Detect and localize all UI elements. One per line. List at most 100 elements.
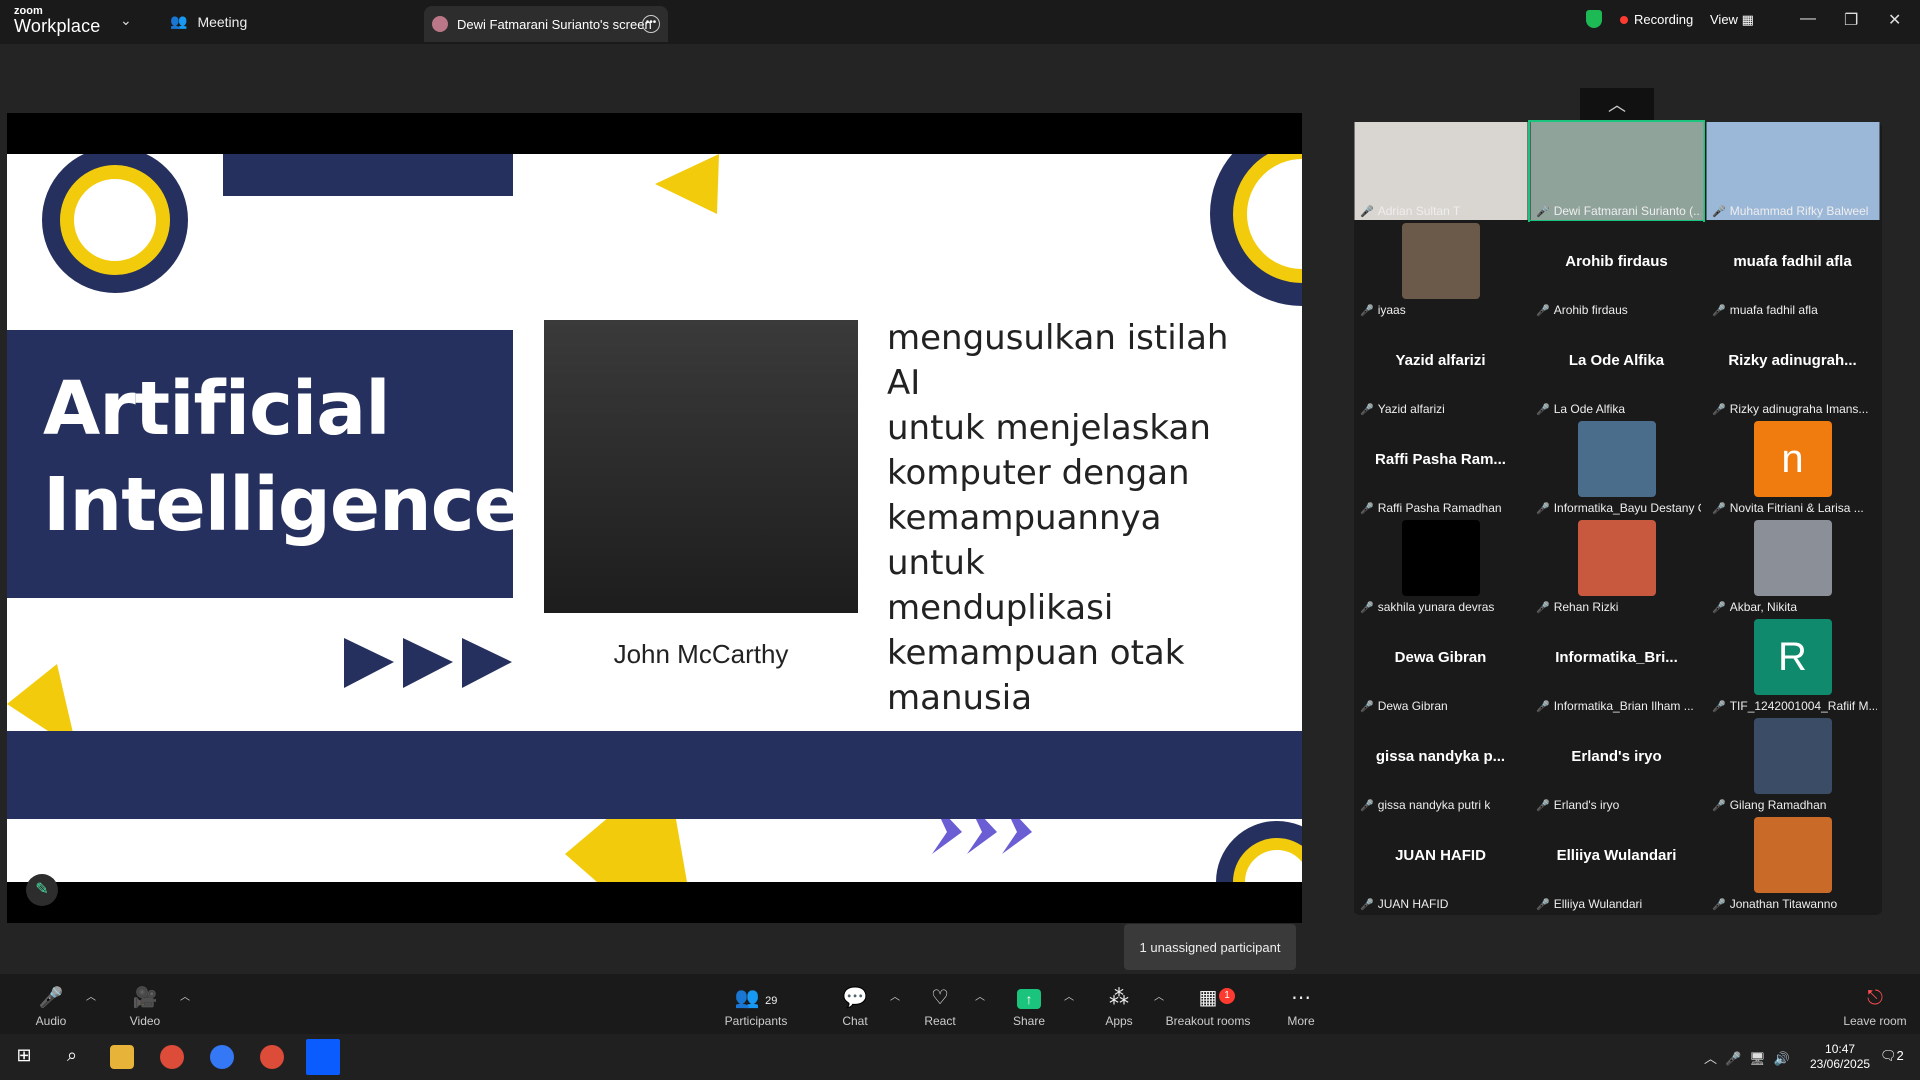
- participant-tile[interactable]: Elliiya Wulandari 🎤 Elliiya Wulandari: [1530, 815, 1703, 913]
- title-panel: Artificial Intelligence: [7, 330, 524, 598]
- leave-room-button[interactable]: ⎋ Leave room: [1836, 988, 1914, 1028]
- participant-display-name: JUAN HAFID: [1395, 847, 1486, 864]
- participant-display-name: Erland's iryo: [1571, 748, 1662, 765]
- participant-tile[interactable]: 🎤 Akbar, Nikita: [1706, 518, 1879, 616]
- file-explorer-icon[interactable]: [110, 1045, 134, 1069]
- chevron-up-icon[interactable]: ︿: [86, 988, 96, 1003]
- leave-label: Leave room: [1843, 1014, 1907, 1028]
- meeting-label: Meeting: [197, 13, 248, 30]
- participant-tile[interactable]: 🎤 Gilang Ramadhan: [1706, 716, 1879, 814]
- windows-start-icon[interactable]: ⊞: [12, 1045, 36, 1069]
- brand-bottom: Workplace: [14, 16, 101, 36]
- participant-tile[interactable]: JUAN HAFID 🎤 JUAN HAFID: [1354, 815, 1527, 913]
- zoom-logo: zoom Workplace: [14, 6, 101, 36]
- participant-tile[interactable]: La Ode Alfika 🎤 La Ode Alfika: [1530, 320, 1703, 418]
- participants-button[interactable]: 👥 29 Participants: [711, 988, 801, 1028]
- audio-button[interactable]: 🎤 Audio ︿: [16, 988, 96, 1028]
- participant-tile[interactable]: R 🎤 TIF_1242001004_Rafiif M...: [1706, 617, 1879, 715]
- participant-name: Dewi Fatmarani Surianto (...: [1553, 204, 1701, 218]
- participant-label: 🎤 Yazid alfarizi: [1360, 402, 1445, 416]
- participant-label: 🎤 TIF_1242001004_Rafiif M...: [1712, 699, 1877, 713]
- mic-muted-icon: 🎤: [1712, 502, 1726, 515]
- chrome-profile-icon[interactable]: [260, 1045, 284, 1069]
- participant-tile[interactable]: n 🎤 Novita Fitriani & Larisa ...: [1706, 419, 1879, 517]
- participant-tile[interactable]: Informatika_Bri... 🎤 Informatika_Brian Ilh…: [1530, 617, 1703, 715]
- heart-icon: ♡: [931, 987, 949, 1009]
- participant-tile[interactable]: Rizky adinugrah... 🎤 Rizky adinugraha Iman…: [1706, 320, 1879, 418]
- more-icon: ⋯: [1291, 987, 1311, 1009]
- participant-tile[interactable]: 🎤 Rehan Rizki: [1530, 518, 1703, 616]
- mic-muted-icon: 🎤: [1360, 898, 1374, 911]
- record-dot-icon: [1620, 15, 1628, 24]
- apps-button[interactable]: ⁂ Apps ︿: [1084, 988, 1164, 1028]
- participant-tile[interactable]: muafa fadhil afla 🎤 muafa fadhil afla: [1706, 221, 1879, 319]
- more-label: More: [1287, 1014, 1315, 1028]
- video-button[interactable]: 🎥 Video ︿: [110, 988, 190, 1028]
- shield-icon[interactable]: [1586, 10, 1602, 28]
- system-tray[interactable]: ︿🎤🖥🔊: [1704, 1048, 1798, 1067]
- participant-tile[interactable]: Arohib firdaus 🎤 Arohib firdaus: [1530, 221, 1703, 319]
- participant-tile[interactable]: 🎤 Muhammad Rifky Balweel: [1706, 122, 1879, 220]
- participant-label: 🎤 Informatika_Bayu Destany G...: [1536, 501, 1701, 515]
- close-icon[interactable]: ✕: [1888, 10, 1901, 30]
- share-label: Share: [1012, 1014, 1046, 1028]
- participant-tile[interactable]: Yazid alfarizi 🎤 Yazid alfarizi: [1354, 320, 1527, 418]
- avatar-letter: R: [1753, 619, 1832, 695]
- meeting-tab[interactable]: 👥 Meeting: [170, 13, 247, 30]
- chat-button[interactable]: 💬 Chat ︿: [820, 988, 900, 1028]
- participant-tile[interactable]: 🎤 Adrian Sultan T: [1354, 122, 1527, 220]
- video-label: Video: [129, 1014, 161, 1028]
- people-icon: 👥: [170, 13, 188, 29]
- notification-icon[interactable]: 🗨2: [1880, 1048, 1904, 1064]
- participant-display-name: Raffi Pasha Ram...: [1375, 451, 1506, 468]
- participant-display-name: Rizky adinugrah...: [1728, 352, 1857, 369]
- breakout-rooms-button[interactable]: ▦ Breakout rooms: [1158, 988, 1258, 1028]
- chrome-icon[interactable]: [160, 1045, 184, 1069]
- chevron-up-icon[interactable]: ︿: [180, 988, 190, 1003]
- participant-label: 🎤 Rehan Rizki: [1536, 600, 1618, 614]
- participant-label: 🎤 Arohib firdaus: [1536, 303, 1628, 317]
- slide-title-line1: Artificial: [43, 366, 391, 452]
- more-options-icon[interactable]: •••: [642, 15, 660, 33]
- breakout-icon: ▦: [1198, 987, 1218, 1009]
- participant-tile[interactable]: 🎤 Jonathan Titawanno: [1706, 815, 1879, 913]
- navy-banner-bottom: [7, 731, 1302, 819]
- chevron-up-icon[interactable]: ︿: [1064, 988, 1074, 1003]
- react-button[interactable]: ♡ React ︿: [905, 987, 985, 1028]
- chevron-up-icon[interactable]: ︿: [975, 988, 985, 1003]
- more-button[interactable]: ⋯ More: [1266, 988, 1336, 1028]
- chevron-down-icon[interactable]: ⌄: [120, 12, 132, 29]
- collapse-gallery-button[interactable]: ︿: [1580, 88, 1654, 122]
- annotate-pencil-icon[interactable]: ✎: [26, 874, 58, 906]
- participant-name: JUAN HAFID: [1377, 897, 1449, 911]
- taskbar-clock[interactable]: 10:47 23/06/2025: [1810, 1042, 1870, 1072]
- participant-label: 🎤 La Ode Alfika: [1536, 402, 1625, 416]
- participant-label: 🎤 Adrian Sultan T: [1360, 204, 1460, 218]
- share-screen-tab[interactable]: Dewi Fatmarani Surianto's screen •••: [424, 6, 668, 42]
- search-icon[interactable]: ⌕: [60, 1045, 84, 1069]
- minimize-icon[interactable]: —: [1800, 10, 1816, 28]
- participant-tile[interactable]: Raffi Pasha Ram... 🎤 Raffi Pasha Ramadhan: [1354, 419, 1527, 517]
- participant-name: gissa nandyka putri k: [1377, 798, 1491, 812]
- participant-tile[interactable]: 🎤 iyaas: [1354, 221, 1527, 319]
- chevron-up-icon[interactable]: ︿: [890, 988, 900, 1003]
- leave-icon: ⎋: [1867, 987, 1883, 1009]
- participant-tile[interactable]: Dewa Gibran 🎤 Dewa Gibran: [1354, 617, 1527, 715]
- participant-tile[interactable]: gissa nandyka p... 🎤 gissa nandyka putri k: [1354, 716, 1527, 814]
- slide-title-line2: Intelligence: [43, 462, 524, 548]
- quote-line: mengusulkan istilah AI: [887, 318, 1229, 403]
- view-button[interactable]: View ▦: [1710, 12, 1754, 28]
- recording-indicator[interactable]: Recording: [1620, 12, 1693, 27]
- browser-icon[interactable]: [210, 1045, 234, 1069]
- share-button[interactable]: ↑ Share ︿: [994, 988, 1074, 1028]
- participant-tile[interactable]: 🎤 Informatika_Bayu Destany G...: [1530, 419, 1703, 517]
- participant-tile[interactable]: 🎤 Dewi Fatmarani Surianto (...: [1528, 120, 1705, 222]
- participant-name: Muhammad Rifky Balweel: [1729, 204, 1869, 218]
- participant-tile[interactable]: 🎤 sakhila yunara devras: [1354, 518, 1527, 616]
- participant-label: 🎤 Dewa Gibran: [1360, 699, 1448, 713]
- restore-icon[interactable]: ❐: [1844, 10, 1858, 30]
- participant-name: Dewa Gibran: [1377, 699, 1448, 713]
- participant-tile[interactable]: Erland's iryo 🎤 Erland's iryo: [1530, 716, 1703, 814]
- zoom-taskbar-icon[interactable]: [306, 1039, 340, 1075]
- quote-line: kemampuan otak: [887, 633, 1185, 673]
